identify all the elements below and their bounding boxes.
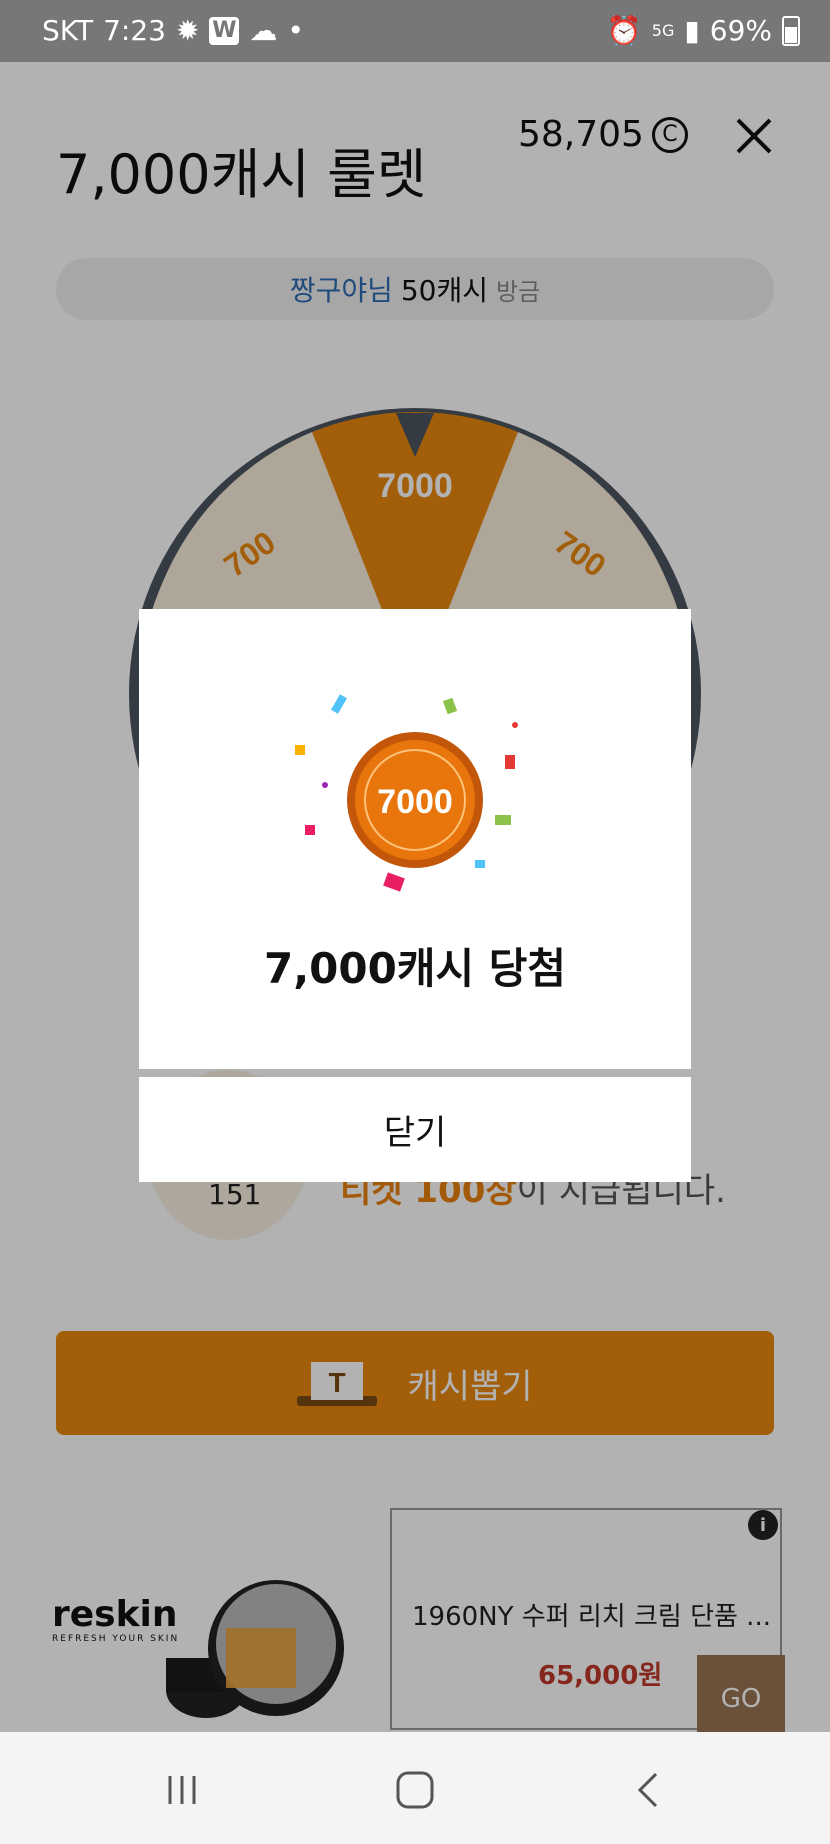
signal-icon: ▮ bbox=[684, 14, 700, 47]
coin-value: 7000 bbox=[377, 783, 453, 821]
settings-gear-icon: ✹ bbox=[175, 14, 200, 47]
clock: 7:23 bbox=[103, 14, 166, 47]
alarm-icon: ⏰ bbox=[606, 14, 642, 47]
cloud-icon: ☁ bbox=[249, 14, 278, 47]
battery-icon bbox=[782, 15, 800, 46]
status-right: ⏰ 5G ▮ 69% bbox=[607, 14, 800, 47]
dot-icon: • bbox=[287, 14, 304, 47]
status-left: SKT 7:23 ✹ W ☁ • bbox=[42, 14, 304, 47]
status-bar: SKT 7:23 ✹ W ☁ • ⏰ 5G ▮ 69% bbox=[0, 0, 830, 62]
confetti-coin-illustration: 7000 bbox=[295, 694, 518, 892]
w-app-icon: W bbox=[209, 16, 240, 45]
back-icon[interactable] bbox=[618, 1760, 678, 1820]
result-text: 7,000캐시 당첨 bbox=[263, 944, 567, 993]
modal-close-button[interactable]: 닫기 bbox=[139, 1077, 691, 1182]
recent-apps-icon[interactable] bbox=[152, 1760, 212, 1820]
battery-label: 69% bbox=[709, 14, 772, 47]
carrier-label: SKT bbox=[42, 14, 94, 47]
network-label: 5G bbox=[651, 21, 675, 40]
home-icon[interactable] bbox=[385, 1760, 445, 1820]
